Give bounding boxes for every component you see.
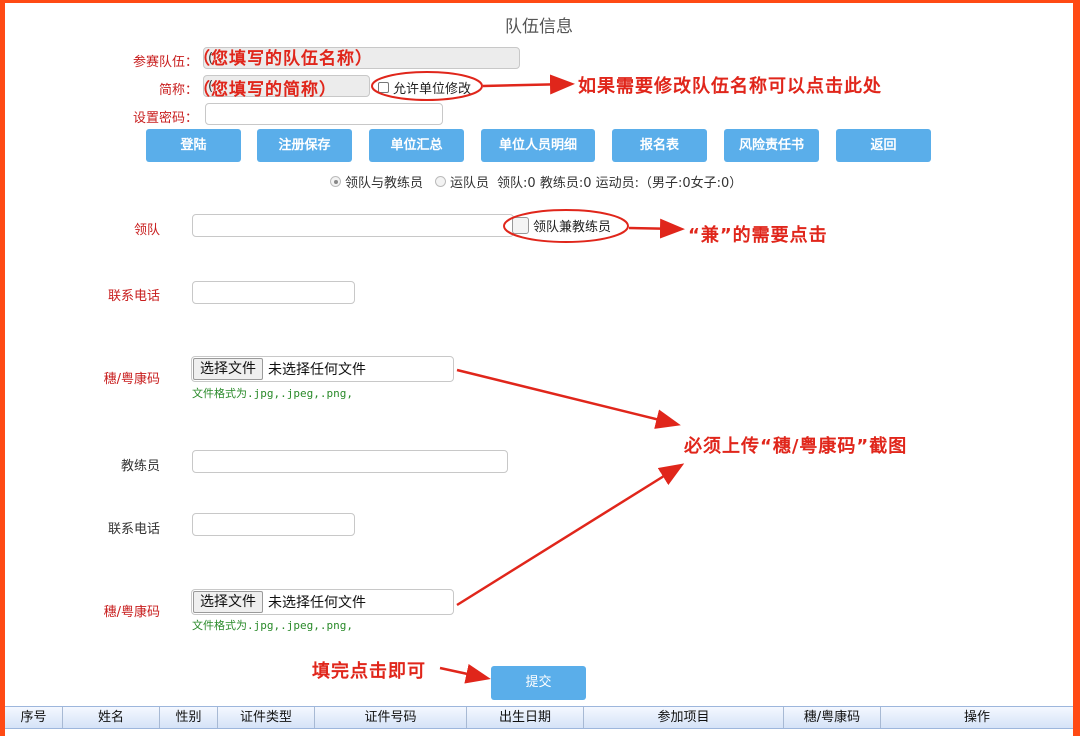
table-header-cell[interactable]: 证件类型: [218, 707, 315, 728]
submit-arrow: [439, 663, 491, 684]
table-header-cell[interactable]: 姓名: [63, 707, 160, 728]
members-table-header: 序号 姓名 性别 证件类型 证件号码 出生日期 参加项目 穗/粤康码 操作: [5, 706, 1073, 729]
table-header-cell[interactable]: 操作: [881, 707, 1073, 728]
allow-modify-circle: [371, 71, 483, 101]
concurrent-arrow: [628, 218, 685, 239]
table-header-cell[interactable]: 穗/粤康码: [784, 707, 881, 728]
upload-arrow-top: [456, 368, 681, 429]
table-header-cell[interactable]: 性别: [160, 707, 218, 728]
table-header-cell[interactable]: 序号: [5, 707, 63, 728]
modify-arrow: [482, 74, 575, 95]
upload-arrow-bottom: [456, 463, 685, 607]
table-header-cell[interactable]: 证件号码: [315, 707, 467, 728]
table-header-cell[interactable]: 参加项目: [584, 707, 784, 728]
annotation-overlay: [371, 71, 685, 684]
table-header-cell[interactable]: 出生日期: [467, 707, 584, 728]
leader-coach-circle: [503, 209, 629, 243]
